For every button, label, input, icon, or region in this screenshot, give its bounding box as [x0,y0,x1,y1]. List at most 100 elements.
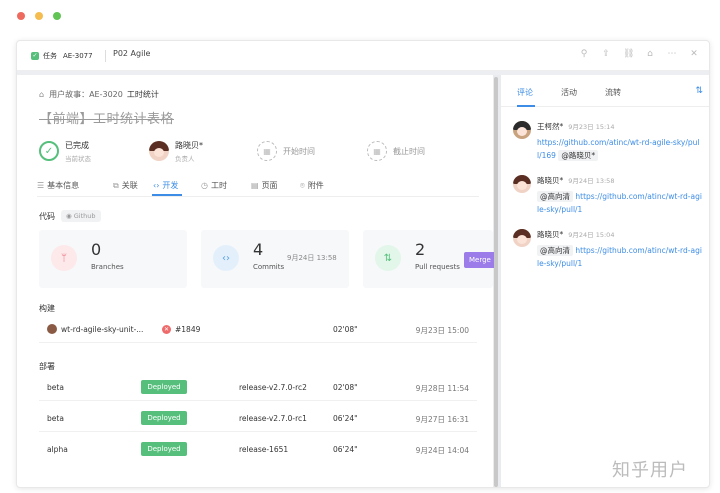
comment-mention[interactable]: @路晓贝* [558,150,599,161]
check-circle-icon: ✓ [39,141,59,161]
page-icon: ▤ [251,181,259,190]
right-active-tab-indicator [517,105,535,107]
header-divider [105,50,106,62]
share-icon[interactable]: ⇪ [601,49,611,59]
build-failed-icon: ✕ [162,325,171,334]
commits-label: Commits [253,263,285,271]
tab-worklog[interactable]: ◷ 工时 [201,180,227,191]
comment-mention[interactable]: @高向清 [537,191,573,202]
comment-author[interactable]: 王柯然* [537,122,563,131]
clock-icon: ◷ [201,181,208,190]
calendar-icon: ▦ [257,141,277,161]
assignee-caption: 负责人 [175,154,195,163]
branches-label: Branches [91,263,124,271]
status-value: 已完成 [65,140,89,150]
right-panel-tabs: 评论 活动 流转 ⇅ [501,75,709,107]
header-actions: ⚲ ⇪ ⛓ ⌂ ⋯ ✕ [579,49,699,59]
build-number: #1849 [175,325,201,334]
comment-avatar [513,229,531,247]
build-date: 9月23日 15:00 [415,326,469,335]
active-tab-indicator [152,194,182,196]
code-icon: ‹› [153,181,160,190]
deploy-row[interactable]: beta Deployed release-v2.7.0-rc2 02'08" … [39,373,477,401]
commits-count: 4 [253,240,264,259]
tab-pages[interactable]: ▤ 页面 [251,180,278,191]
comment-item: 路晓贝* 9月24日 13:58 @高向清 https://github.com/… [513,175,703,216]
deploy-env: beta [47,383,64,392]
breadcrumb-parent-type: 用户故事： [49,90,90,99]
deploy-release: release-1651 [239,445,289,454]
comment-time: 9月23日 15:14 [568,123,615,131]
build-duration: 02'08" [333,325,358,334]
code-section: 代码 ◉ Github [39,210,101,222]
deploy-date: 9月24日 14:04 [415,446,469,455]
pull-request-icon: ⇅ [375,245,401,271]
branches-count: 0 [91,240,102,259]
tab-development[interactable]: ‹› 开发 [153,180,178,191]
tab-relations[interactable]: ⧉ 关联 [113,180,138,191]
task-type-label: 任务 [43,52,57,60]
list-icon: ☰ [37,181,45,190]
deployed-badge: Deployed [141,442,187,456]
more-icon[interactable]: ⋯ [667,49,677,59]
start-time-field[interactable]: ▦ 开始时间 [257,139,315,163]
relation-icon: ⧉ [113,180,119,190]
tag-icon[interactable]: ⌂ [645,49,655,59]
tab-activity[interactable]: 活动 [561,87,577,98]
window-header: ✓ 任务 AE-3077 P02 Agile ⚲ ⇪ ⛓ ⌂ ⋯ ✕ [17,41,709,71]
deploy-row[interactable]: beta Deployed release-v2.7.0-rc1 06'24" … [39,404,477,432]
comment-item: 路晓贝* 9月24日 15:04 @高向清 https://github.com/… [513,229,703,270]
page-title[interactable]: 【前端】工时统计表格 [39,108,174,127]
github-repo-chip[interactable]: ◉ Github [61,210,101,222]
comment-time: 9月24日 13:58 [568,177,615,185]
branch-icon: ᛘ [51,245,77,271]
build-row[interactable]: wt-rd-agile-sky-unit-... ✕ #1849 02'08" … [39,315,477,343]
close-icon[interactable]: ✕ [689,49,699,59]
status-caption: 当前状态 [65,154,91,163]
deploy-date: 9月28日 11:54 [415,384,469,393]
task-detail-window: ✓ 任务 AE-3077 P02 Agile ⚲ ⇪ ⛓ ⌂ ⋯ ✕ ⌂ 用户故… [16,40,710,488]
build-author-avatar [47,324,57,334]
commits-date: 9月24日 13:58 [287,254,337,262]
commits-card[interactable]: ‹› 4 Commits 9月24日 13:58 [201,230,349,288]
deploy-env: beta [47,414,64,423]
status-field[interactable]: ✓ 已完成 当前状态 [39,139,91,163]
pin-icon[interactable]: ⚲ [579,49,589,59]
due-time-field[interactable]: ▦ 截止时间 [367,139,425,163]
comment-time: 9月24日 15:04 [568,231,615,239]
tab-flow[interactable]: 流转 [605,87,621,98]
tab-comments[interactable]: 评论 [517,87,533,98]
tab-attachments[interactable]: ⌾ 附件 [300,180,324,191]
due-time-label: 截止时间 [393,146,425,156]
close-window-dot[interactable] [17,12,25,20]
merge-button[interactable]: Merge [464,252,494,268]
watermark: 知乎用户 [612,460,688,481]
breadcrumb-parent-key[interactable]: AE-3020 [89,90,123,99]
build-job-name: wt-rd-agile-sky-unit-... [61,325,144,334]
tab-basic-info[interactable]: ☰ 基本信息 [37,180,79,191]
assignee-field[interactable]: 路晓贝* 负责人 [149,139,203,163]
home-icon[interactable]: ⌂ [39,90,44,99]
deploy-env: alpha [47,445,68,454]
comment-mention[interactable]: @高向清 [537,245,573,256]
main-scrollbar[interactable] [494,77,498,487]
code-label: 代码 [39,211,55,221]
deploy-date: 9月27日 16:31 [415,415,469,424]
deploy-release: release-v2.7.0-rc1 [239,414,307,423]
breadcrumb-parent-title[interactable]: 工时统计 [127,89,159,100]
project-name[interactable]: P02 Agile [113,49,150,58]
maximize-window-dot[interactable] [53,12,61,20]
assignee-name: 路晓贝* [175,140,203,150]
deploy-row[interactable]: alpha Deployed release-1651 06'24" 9月24日… [39,435,477,463]
task-check-icon: ✓ [31,52,39,60]
sort-icon[interactable]: ⇅ [695,86,703,96]
comment-author[interactable]: 路晓贝* [537,176,563,185]
comment-avatar [513,121,531,139]
comment-author[interactable]: 路晓贝* [537,230,563,239]
branches-card[interactable]: ᛘ 0 Branches [39,230,187,288]
task-type-badge[interactable]: ✓ 任务 AE-3077 [31,50,93,62]
minimize-window-dot[interactable] [35,12,43,20]
pull-requests-count: 2 [415,240,426,259]
deploy-duration: 06'24" [333,445,358,454]
link-icon[interactable]: ⛓ [623,49,634,59]
